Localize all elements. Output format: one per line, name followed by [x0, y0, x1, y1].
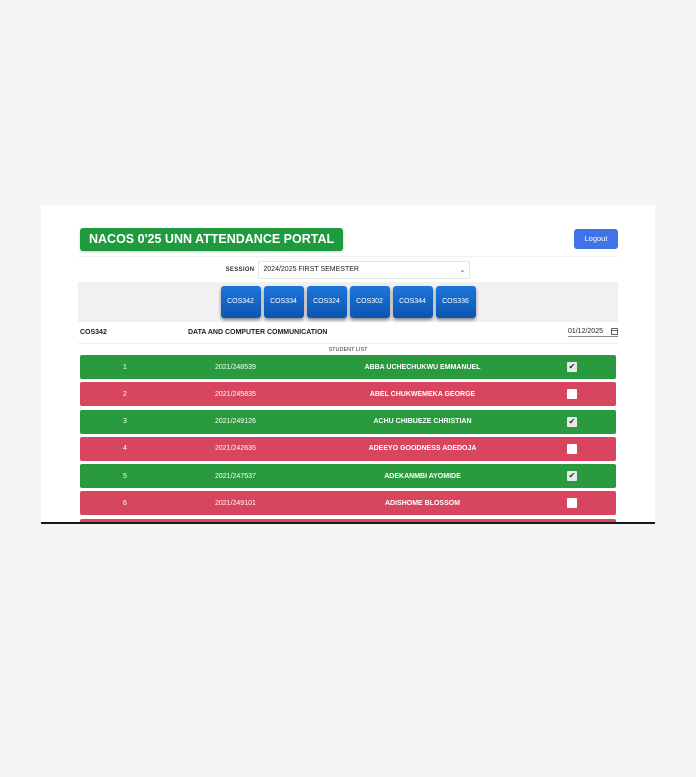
- attendance-checkbox[interactable]: ✔: [567, 362, 577, 372]
- logout-button[interactable]: Logout: [574, 229, 618, 249]
- student-number: 6: [123, 499, 127, 507]
- course-name: DATA AND COMPUTER COMMUNICATION: [188, 329, 328, 336]
- student-row: 4 2021/242635 ADEEYO GOODNESS ADEDOJA: [80, 436, 616, 461]
- student-row: 5 2021/247537 ADEKANMBI AYOMIDE ✔: [80, 464, 616, 489]
- student-name: ADEEYO GOODNESS ADEDOJA: [368, 445, 477, 453]
- session-selected-value: 2024/2025 FIRST SEMESTER: [263, 266, 359, 273]
- student-row: 2 2021/245835 ABEL CHUKWEMEKA GEORGE: [80, 382, 616, 407]
- attendance-checkbox[interactable]: [567, 498, 577, 509]
- course-code: COS342: [80, 329, 107, 336]
- course-button-cos336[interactable]: COS336: [435, 286, 476, 318]
- course-info: COS342 DATA AND COMPUTER COMMUNICATION 0…: [78, 322, 618, 343]
- attendance-checkbox[interactable]: [567, 389, 577, 400]
- session-label: SESSION: [225, 266, 255, 273]
- student-reg-number: 2021/245835: [215, 390, 256, 398]
- student-number: 3: [123, 418, 127, 426]
- course-button-cos342[interactable]: COS342: [220, 286, 261, 318]
- header: NACOS 0'25 UNN ATTENDANCE PORTAL Logout: [78, 205, 618, 255]
- course-button-cos334[interactable]: COS334: [263, 286, 304, 318]
- attendance-checkbox[interactable]: [567, 443, 577, 454]
- course-button-cos344[interactable]: COS344: [392, 286, 433, 318]
- session-select[interactable]: 2024/2025 FIRST SEMESTER ⌄: [258, 260, 471, 279]
- attendance-checkbox[interactable]: ✔: [567, 471, 577, 482]
- app-frame: NACOS 0'25 UNN ATTENDANCE PORTAL Logout …: [41, 205, 655, 524]
- student-row: 3 2021/249126 ACHU CHIBUEZE CHRISTIAN ✔: [80, 409, 616, 434]
- student-number: 2: [123, 390, 127, 398]
- student-name: ABBA UCHECHUKWU EMMANUEL: [364, 363, 481, 371]
- student-reg-number: 2021/242635: [215, 445, 256, 453]
- portal-title: NACOS 0'25 UNN ATTENDANCE PORTAL: [80, 228, 344, 251]
- student-reg-number: 2021/248539: [215, 363, 256, 371]
- calendar-icon[interactable]: [611, 328, 618, 335]
- date-input[interactable]: 01/12/2025: [567, 328, 618, 337]
- course-button-cos302[interactable]: COS302: [349, 286, 390, 318]
- student-name: ACHU CHIBUEZE CHRISTIAN: [373, 418, 472, 426]
- session-row: SESSION 2024/2025 FIRST SEMESTER ⌄: [78, 256, 618, 282]
- student-name: ADEKANMBI AYOMIDE: [384, 472, 461, 480]
- student-reg-number: 2021/249126: [215, 418, 256, 426]
- date-value: 01/12/2025: [567, 328, 603, 335]
- student-number: 1: [123, 363, 127, 371]
- student-name: ADISHOME BLOSSOM: [384, 499, 461, 507]
- student-name: ABEL CHUKWEMEKA GEORGE: [369, 390, 476, 398]
- student-list-title: STUDENT LIST: [78, 343, 618, 355]
- chevron-down-icon: ⌄: [459, 266, 466, 274]
- attendance-checkbox[interactable]: ✔: [567, 416, 577, 427]
- course-button-cos324[interactable]: COS324: [306, 286, 347, 318]
- student-reg-number: 2021/249101: [215, 499, 256, 507]
- student-number: 5: [123, 472, 127, 480]
- student-list: 1 2021/248539 ABBA UCHECHUKWU EMMANUEL ✔…: [78, 355, 618, 522]
- student-reg-number: 2021/247537: [215, 472, 256, 480]
- course-tabs: COS342 COS334 COS324 COS302 COS344 COS33…: [78, 282, 618, 322]
- student-row: 1 2021/248539 ABBA UCHECHUKWU EMMANUEL ✔: [80, 355, 616, 379]
- student-row: 6 2021/249101 ADISHOME BLOSSOM: [80, 491, 616, 516]
- student-row: [80, 518, 616, 522]
- portal-container: NACOS 0'25 UNN ATTENDANCE PORTAL Logout …: [78, 205, 618, 522]
- student-number: 4: [123, 445, 127, 453]
